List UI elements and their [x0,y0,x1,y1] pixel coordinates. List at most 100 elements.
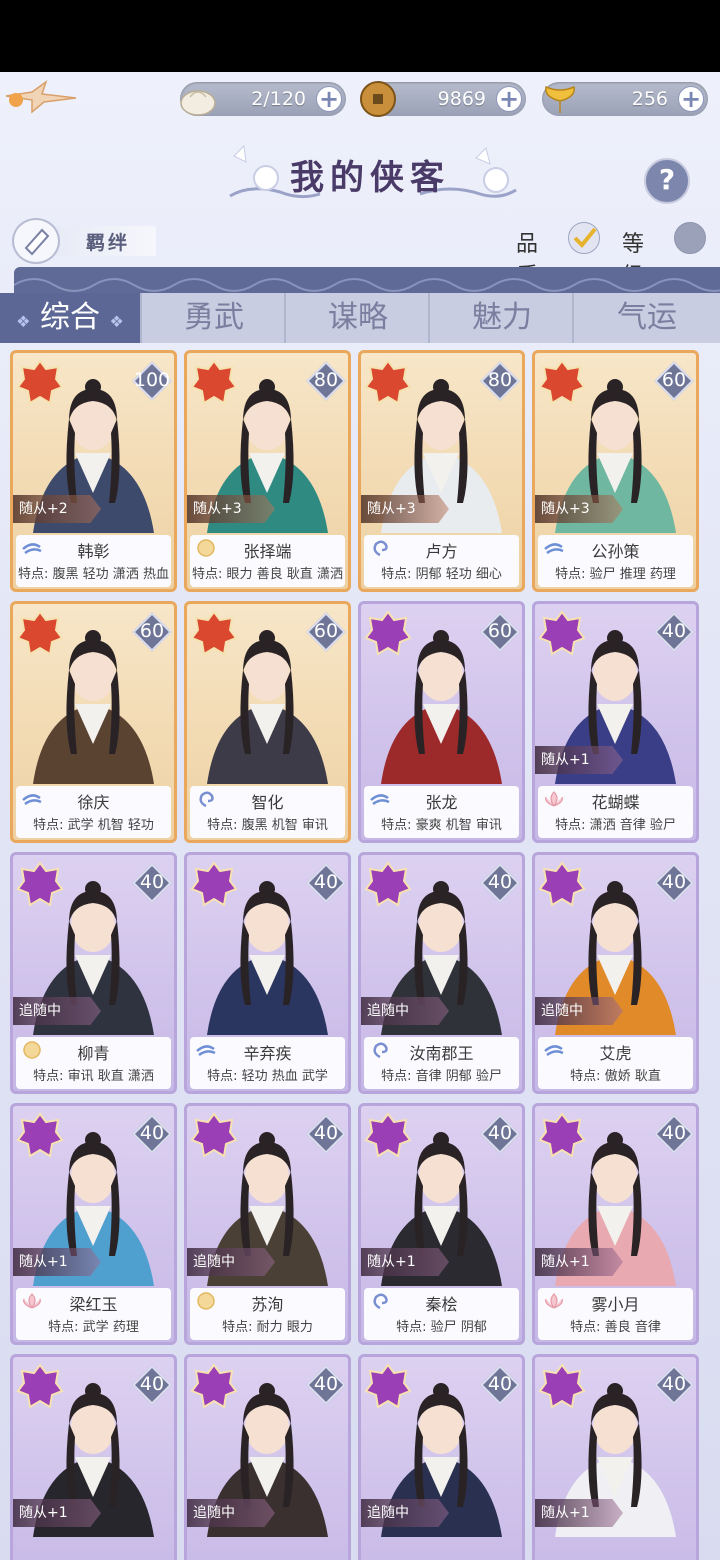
level-badge: 40 [132,863,172,903]
scroll-icon [12,218,60,264]
hero-level: 40 [139,871,165,893]
hero-card[interactable]: 40 追随中 苏洵 特点: 耐力 眼力 [184,1103,351,1345]
help-button[interactable]: ? [644,158,690,204]
hero-info: 智化 特点: 腹黑 机智 审讯 [190,786,345,838]
hero-name: 雾小月 [591,1295,640,1314]
check-icon[interactable] [568,222,600,254]
hero-level: 40 [487,871,513,893]
level-badge: 80 [480,361,520,401]
hero-card[interactable]: 40 随从+1 秦桧 特点: 验尸 阴郁 [358,1103,525,1345]
hero-card[interactable]: 60 张龙 特点: 豪爽 机智 审讯 [358,601,525,843]
hero-level: 40 [139,1373,165,1395]
add-coin-button[interactable]: + [496,86,522,112]
hero-name: 秦桧 [425,1295,458,1314]
hero-card[interactable]: 100 随从+2 韩彰 特点: 腹黑 轻功 潇洒 热血 [10,350,177,592]
swallow-logo-icon[interactable] [2,78,80,118]
rarity-badge-icon [538,359,586,405]
ginkgo-leaf-icon [545,85,575,113]
hero-card[interactable]: 40 随从+1 梁红玉 特点: 武学 药理 [10,1103,177,1345]
hero-level: 40 [313,1373,339,1395]
hero-name: 智化 [251,793,284,812]
rarity-badge-icon [364,610,412,656]
page-title: 我的侠客 [290,158,450,198]
copper-coin-icon [360,81,396,117]
hero-name: 徐庆 [77,793,110,812]
tab-charm[interactable]: 魅力 [432,293,574,343]
hero-name: 张龙 [425,793,458,812]
tab-charm-label: 魅力 [472,300,532,335]
hero-traits: 特点: 武学 药理 [48,1320,139,1335]
sort-level-toggle[interactable] [674,222,706,254]
hero-card[interactable]: 40 追随中 柳青 特点: 审讯 耿直 潇洒 [10,852,177,1094]
hero-card[interactable]: 60 随从+3 公孙策 特点: 验尸 推理 药理 [532,350,699,592]
hero-name: 艾虎 [599,1044,632,1063]
hero-card[interactable]: 40 随从+1 [532,1354,699,1560]
hero-traits: 特点: 武学 机智 轻功 [33,818,154,833]
hero-level: 60 [313,620,339,642]
hero-name: 花蝴蝶 [591,793,640,812]
rarity-badge-icon [364,1112,412,1158]
hero-card[interactable]: 80 随从+3 卢方 特点: 阴郁 轻功 细心 [358,350,525,592]
hero-level: 40 [661,1373,687,1395]
game-screen: 2/120 + 9869 + 256 + 我的侠客 ? 羁绊 品 等 ❖ 综合 … [0,72,720,1560]
resource-coin: 9869 + [360,81,526,117]
level-badge: 40 [480,1365,520,1405]
hero-card[interactable]: 40 随从+1 雾小月 特点: 善良 音律 [532,1103,699,1345]
hero-card[interactable]: 40 追随中 [184,1354,351,1560]
ginkgo-count: 256 [631,88,668,110]
hero-card[interactable]: 40 追随中 艾虎 特点: 傲娇 耿直 [532,852,699,1094]
hero-level: 40 [313,1122,339,1144]
level-badge: 40 [654,863,694,903]
level-badge: 40 [306,863,346,903]
add-ginkgo-button[interactable]: + [678,86,704,112]
hero-card[interactable]: 40 追随中 [358,1354,525,1560]
follower-tag: 随从+3 [535,495,623,523]
hero-card[interactable]: 80 随从+3 张择端 特点: 眼力 善良 耿直 潇洒 [184,350,351,592]
hero-traits: 特点: 腹黑 机智 审讯 [207,818,328,833]
tab-overall[interactable]: ❖ 综合 ❖ [0,293,142,343]
add-bun-button[interactable]: + [316,86,342,112]
bond-label: 羁绊 [86,232,131,254]
hero-name: 辛弃疾 [243,1044,292,1063]
hero-level: 60 [661,369,687,391]
steamed-bun-icon [180,90,216,116]
level-badge: 40 [132,1114,172,1154]
hero-info: 卢方 特点: 阴郁 轻功 细心 [364,535,519,587]
tab-fortune-label: 气运 [617,300,677,335]
hero-card[interactable]: 40 随从+1 [10,1354,177,1560]
tab-fortune[interactable]: 气运 [576,293,718,343]
hero-card[interactable]: 60 智化 特点: 腹黑 机智 审讯 [184,601,351,843]
resource-bun: 2/120 + [180,82,346,116]
follower-tag: 追随中 [187,1248,275,1276]
hero-traits: 特点: 阴郁 轻功 细心 [381,567,502,582]
hero-traits: 特点: 轻功 热血 武学 [207,1069,328,1084]
tab-strategy[interactable]: 谋略 [288,293,430,343]
bond-button[interactable]: 羁绊 [12,218,172,264]
follower-tag: 随从+3 [361,495,449,523]
follower-tag: 追随中 [361,1499,449,1527]
rarity-badge-icon [190,1363,238,1409]
hero-info: 张择端 特点: 眼力 善良 耿直 潇洒 [190,535,345,587]
hero-info: 汝南郡王 特点: 音律 阴郁 验尸 [364,1037,519,1089]
follower-tag: 追随中 [361,997,449,1025]
tab-valor[interactable]: 勇武 [144,293,286,343]
hero-card[interactable]: 60 徐庆 特点: 武学 机智 轻功 [10,601,177,843]
rarity-badge-icon [364,1363,412,1409]
hero-info: 柳青 特点: 审讯 耿直 潇洒 [16,1037,171,1089]
hero-card[interactable]: 40 追随中 汝南郡王 特点: 音律 阴郁 验尸 [358,852,525,1094]
tab-strategy-label: 谋略 [328,300,388,335]
hero-info: 韩彰 特点: 腹黑 轻功 潇洒 热血 [16,535,171,587]
rarity-badge-icon [16,359,64,405]
hero-level: 40 [313,871,339,893]
level-badge: 40 [306,1114,346,1154]
hero-info: 辛弃疾 特点: 轻功 热血 武学 [190,1037,345,1089]
hero-name: 公孙策 [591,542,640,561]
hero-card[interactable]: 40 随从+1 花蝴蝶 特点: 潇洒 音律 验尸 [532,601,699,843]
level-badge: 40 [480,1114,520,1154]
hero-info: 张龙 特点: 豪爽 机智 审讯 [364,786,519,838]
hero-card[interactable]: 40 辛弃疾 特点: 轻功 热血 武学 [184,852,351,1094]
hero-name: 卢方 [425,542,458,561]
rarity-badge-icon [364,359,412,405]
rarity-badge-icon [16,610,64,656]
follower-tag: 追随中 [13,997,101,1025]
